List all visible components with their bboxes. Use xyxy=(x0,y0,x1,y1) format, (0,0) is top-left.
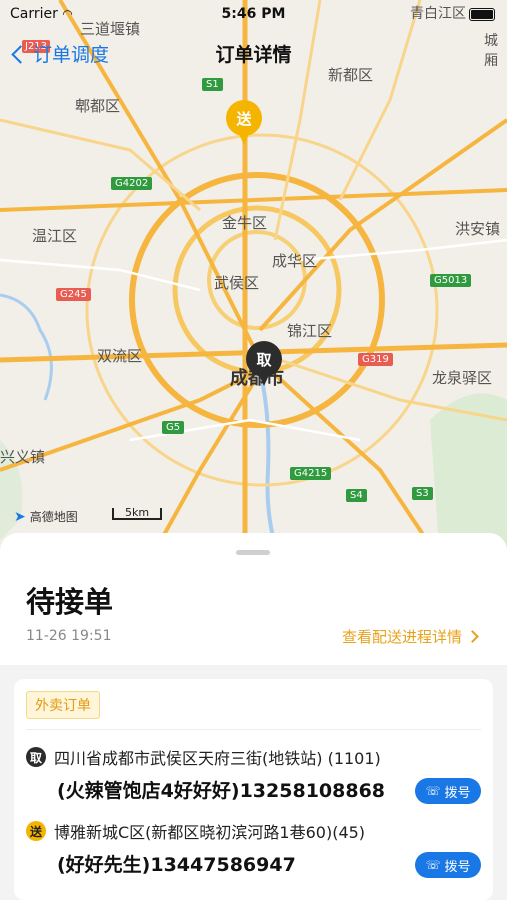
delivery-call-button[interactable]: ☏ 拨号 xyxy=(415,852,481,878)
nav-bar: 订单调度 订单详情 xyxy=(0,36,507,70)
order-summary: 待接单 11-26 19:51 查看配送进程详情 xyxy=(0,533,507,665)
road-shield: S3 xyxy=(412,487,433,500)
road-shield: G319 xyxy=(358,353,393,366)
delivery-contact: (好好先生)13447586947 xyxy=(57,854,296,876)
delivery-marker[interactable]: 送 xyxy=(226,100,262,145)
road-shield: G245 xyxy=(56,288,91,301)
pickup-marker[interactable]: 取 xyxy=(246,341,282,386)
pickup-address: 四川省成都市武侯区天府三街(地铁站) (1101) xyxy=(54,749,381,768)
map-scale: 5km xyxy=(112,507,162,520)
delivery-address: 博雅新城C区(新都区晓初滨河路1巷60)(45) xyxy=(54,823,366,842)
delivery-address-row: 送 博雅新城C区(新都区晓初滨河路1巷60)(45) xyxy=(26,819,365,843)
order-sheet: 待接单 11-26 19:51 查看配送进程详情 外卖订单 取 四川省成都市武侯… xyxy=(0,533,507,900)
map-view[interactable]: 三道堰镇 青白江区 城厢 郫都区 新都区 金牛区 温江区 洪安镇 成华区 武侯区… xyxy=(0,0,507,560)
drag-handle[interactable] xyxy=(236,550,270,555)
road-shield: G5013 xyxy=(430,274,472,287)
status-time: 5:46 PM xyxy=(221,6,286,22)
phone-icon: ☏ xyxy=(425,784,441,798)
pickup-badge: 取 xyxy=(26,747,46,767)
order-time: 11-26 19:51 xyxy=(26,628,112,644)
pickup-call-button[interactable]: ☏ 拨号 xyxy=(415,778,481,804)
district-label: 武侯区 xyxy=(214,274,260,292)
district-label: 洪安镇 xyxy=(455,220,501,238)
map-logo-text: 高德地图 xyxy=(29,510,78,524)
phone-icon: ☏ xyxy=(425,858,441,872)
page-title: 订单详情 xyxy=(215,44,292,66)
district-label: 双流区 xyxy=(97,347,143,365)
navigation-arrow-icon: ➤ xyxy=(14,508,26,525)
status-bar: Carrier ◠ 5:46 PM xyxy=(0,0,507,28)
progress-link-label: 查看配送进程详情 xyxy=(341,628,462,646)
district-label: 温江区 xyxy=(32,227,78,245)
district-label: 金牛区 xyxy=(222,214,268,232)
pickup-contact: (火辣管饱店4好好好)13258108868 xyxy=(57,780,386,802)
road-shield: G5 xyxy=(162,421,185,434)
chevron-right-icon xyxy=(466,630,479,643)
order-status: 待接单 xyxy=(26,585,114,619)
district-label: 兴义镇 xyxy=(0,448,46,466)
delivery-badge: 送 xyxy=(26,821,46,841)
order-card: 外卖订单 取 四川省成都市武侯区天府三街(地铁站) (1101) (火辣管饱店4… xyxy=(14,679,493,900)
progress-link[interactable]: 查看配送进程详情 xyxy=(341,626,479,647)
battery-icon xyxy=(469,8,495,21)
district-label: 龙泉驿区 xyxy=(432,369,493,387)
road-shield: G4215 xyxy=(290,467,332,480)
road-shield: S4 xyxy=(346,489,367,502)
call-label: 拨号 xyxy=(444,859,471,875)
map-logo: ➤ 高德地图 xyxy=(14,508,78,525)
pickup-address-row: 取 四川省成都市武侯区天府三街(地铁站) (1101) xyxy=(26,745,381,769)
order-type-tag: 外卖订单 xyxy=(26,691,100,719)
district-label: 成华区 xyxy=(272,252,318,270)
divider xyxy=(26,729,481,730)
district-label: 郫都区 xyxy=(75,97,121,115)
road-shield: S1 xyxy=(202,78,223,91)
road-shield: G4202 xyxy=(111,177,153,190)
call-label: 拨号 xyxy=(444,785,471,801)
district-label: 锦江区 xyxy=(287,322,333,340)
